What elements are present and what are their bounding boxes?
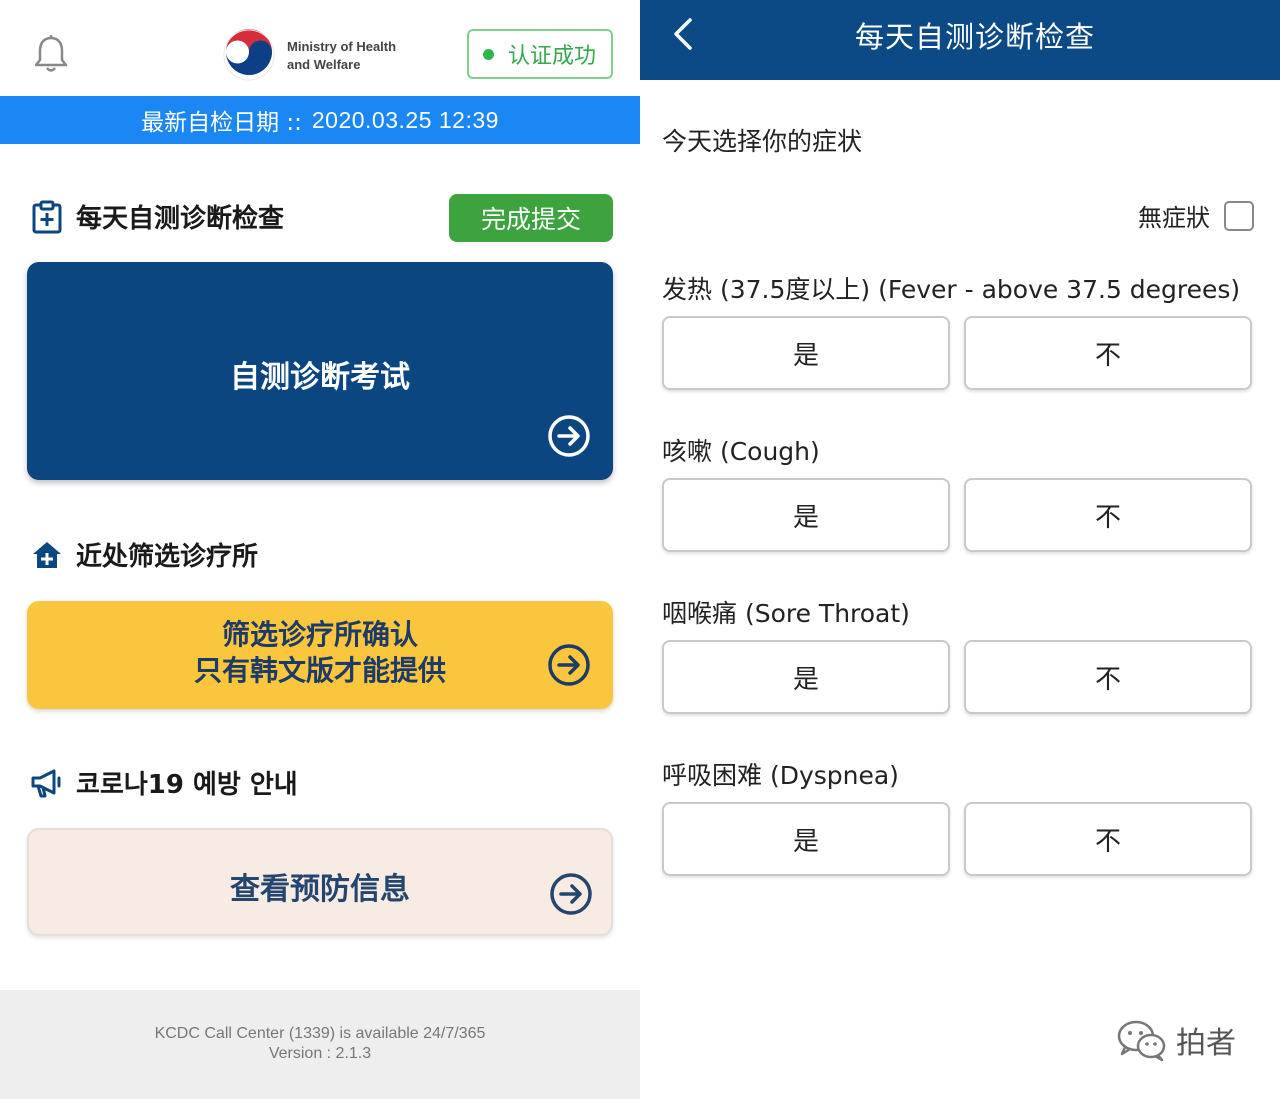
screening-clinic-line2: 只有韩文版才能提供: [193, 654, 446, 687]
ministry-name-line2: and Welfare: [287, 57, 361, 72]
mohw-logo: [223, 29, 275, 81]
page-title: 每天自测诊断检查: [854, 20, 1095, 54]
clipboard-plus-icon: [32, 200, 62, 233]
cough-no-button[interactable]: 不: [964, 478, 1252, 552]
footer: KCDC Call Center (1339) is available 24/…: [0, 990, 640, 1099]
self-diagnosis-card[interactable]: 自测诊断考试: [27, 262, 613, 480]
call-center-text: KCDC Call Center (1339) is available 24/…: [154, 1025, 486, 1042]
latest-check-value: 2020.03.25 12:39: [311, 106, 499, 133]
prevention-info-label: 查看预防信息: [230, 872, 410, 907]
home-screen: Ministry of Health and Welfare 认证成功 最新自检…: [0, 0, 640, 1099]
no-symptoms-option[interactable]: 無症狀: [1138, 198, 1254, 233]
no-symptoms-checkbox[interactable]: [1224, 200, 1254, 231]
question-fever-label: 发热 (37.5度以上) (Fever - above 37.5 degrees…: [662, 275, 1241, 304]
symptom-check-screen: 每天自测诊断检查 今天选择你的症状 無症狀 发热 (37.5度以上) (Feve…: [640, 0, 1280, 1099]
prevention-title: 코로나19 예방 안내: [76, 770, 298, 800]
wechat-icon: [1117, 1020, 1166, 1061]
sore-throat-yes-button[interactable]: 是: [662, 640, 950, 714]
fever-yes-button[interactable]: 是: [662, 316, 950, 390]
arrow-circle-right-icon: [550, 873, 592, 915]
ministry-name: Ministry of Health and Welfare: [287, 38, 396, 74]
screening-clinic-line1: 筛选诊疗所确认: [221, 618, 418, 651]
question-sore-throat-label: 咽喉痛 (Sore Throat): [662, 599, 910, 628]
status-dot-icon: [483, 48, 494, 60]
screening-clinic-text: 筛选诊疗所确认 只有韩文版才能提供: [27, 617, 613, 689]
dyspnea-yes-button[interactable]: 是: [662, 802, 950, 876]
watermark-text: 拍者: [1176, 1026, 1236, 1061]
submit-completed-button[interactable]: 完成提交: [449, 194, 613, 242]
megaphone-icon: [31, 769, 61, 797]
cough-yes-button[interactable]: 是: [662, 478, 950, 552]
ministry-name-line1: Ministry of Health: [287, 39, 397, 54]
nav-bar: 每天自测诊断检查: [640, 0, 1280, 80]
no-symptoms-label: 無症狀: [1138, 204, 1210, 232]
daily-check-title: 每天自测诊断检查: [76, 204, 285, 234]
prevention-info-card[interactable]: 查看预防信息: [27, 828, 613, 936]
prevention-header: 코로나19 예방 안내: [30, 764, 298, 801]
daily-check-header: 每天自测诊断检查: [30, 198, 284, 235]
latest-check-bar: 最新自检日期 :: 2020.03.25 12:39: [0, 96, 640, 144]
arrow-circle-right-icon: [548, 644, 590, 686]
sore-throat-no-button[interactable]: 不: [964, 640, 1252, 714]
fever-no-button[interactable]: 不: [964, 316, 1252, 390]
bell-icon[interactable]: [32, 34, 70, 74]
clinics-title: 近处筛选诊疗所: [76, 542, 259, 572]
question-cough-label: 咳嗽 (Cough): [662, 437, 820, 466]
screening-clinic-card[interactable]: 筛选诊疗所确认 只有韩文版才能提供: [27, 601, 613, 709]
symptom-prompt: 今天选择你的症状: [662, 127, 863, 156]
question-dyspnea-label: 呼吸困难 (Dyspnea): [662, 761, 899, 790]
self-diagnosis-label: 自测诊断考试: [230, 360, 410, 395]
clinics-header: 近处筛选诊疗所: [30, 536, 258, 573]
verified-label: 认证成功: [508, 44, 597, 69]
version-text: Version : 2.1.3: [268, 1045, 372, 1062]
home-plus-icon: [33, 541, 61, 568]
dyspnea-no-button[interactable]: 不: [964, 802, 1252, 876]
arrow-circle-right-icon: [548, 415, 590, 457]
verified-badge: 认证成功: [467, 29, 613, 79]
watermark: 拍者: [1116, 1018, 1236, 1062]
latest-check-label: 最新自检日期 ::: [141, 110, 302, 136]
